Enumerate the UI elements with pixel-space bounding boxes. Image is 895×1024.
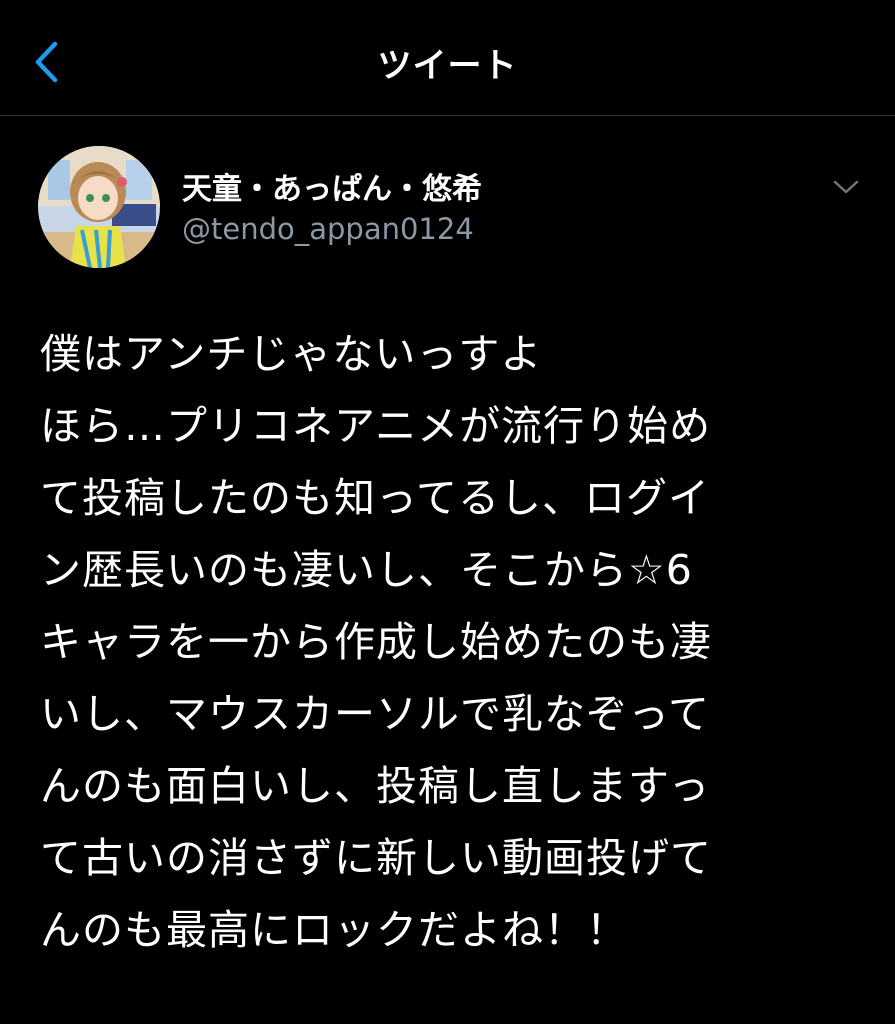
tweet-text-line: んのも面白いし、投稿し直しますっ: [40, 762, 711, 810]
tweet-author: 天童・あっぱん・悠希 @tendo_appan0124: [38, 146, 868, 268]
tweet-text-line: んのも最高にロックだよね！！: [40, 906, 628, 954]
chevron-down-icon: [833, 180, 859, 194]
tweet-text: 僕はアンチじゃないっすよ ほら…プリコネアニメが流行り始め て投稿したのも知って…: [40, 318, 840, 966]
more-options-button[interactable]: [828, 172, 864, 202]
navigation-bar: ツイート: [0, 0, 895, 116]
user-handle[interactable]: @tendo_appan0124: [182, 212, 474, 246]
tweet-text-line: いし、マウスカーソルで乳なぞって: [40, 690, 710, 738]
tweet-text-line: ほら…プリコネアニメが流行り始め: [40, 402, 712, 450]
avatar[interactable]: [38, 146, 160, 268]
tweet-text-line: て投稿したのも知ってるし、ログイ: [40, 474, 710, 522]
tweet-text-line: て古いの消さずに新しい動画投げて: [40, 834, 712, 882]
page-title: ツイート: [377, 46, 518, 86]
avatar-illustration: [38, 146, 160, 268]
tweet-text-line: キャラを一から作成し始めたのも凄: [40, 618, 712, 666]
tweet-text-line: 僕はアンチじゃないっすよ: [40, 330, 543, 378]
tweet-text-line: ン歴長いのも凄いし、そこから☆6: [40, 546, 693, 594]
display-name[interactable]: 天童・あっぱん・悠希: [182, 164, 482, 208]
